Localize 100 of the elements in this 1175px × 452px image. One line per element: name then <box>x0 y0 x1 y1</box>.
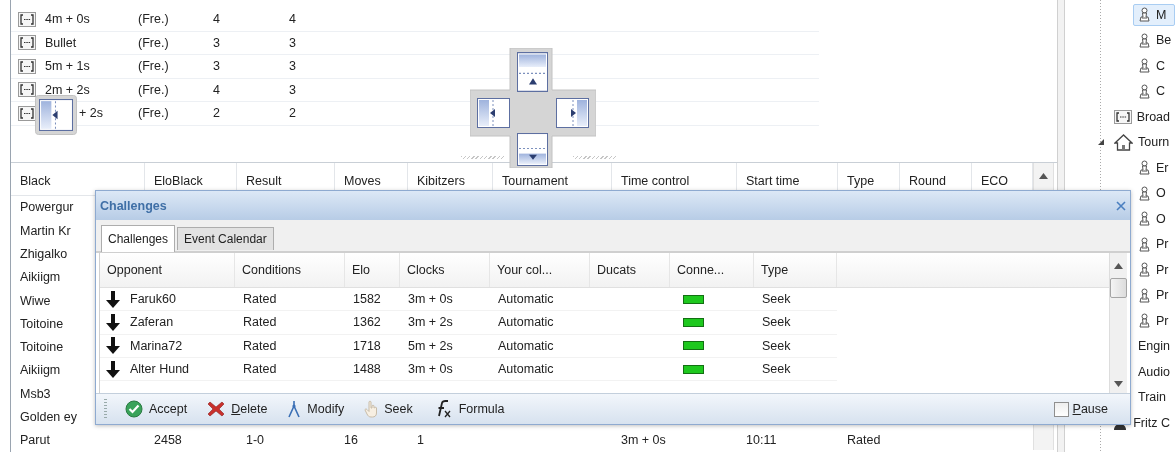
table-cell-text: 3 <box>289 35 297 50</box>
delete-button[interactable]: Delete <box>203 398 272 420</box>
column-header[interactable]: Kibitzers <box>417 173 465 188</box>
pawn-icon[interactable] <box>1138 32 1151 48</box>
table-cell: Rated <box>847 433 881 448</box>
delete-icon[interactable] <box>207 400 226 418</box>
table-cell: Golden ey <box>20 410 77 425</box>
table-cell: Marina72 <box>130 338 183 353</box>
column-header[interactable]: Clocks <box>400 253 490 287</box>
dock-button[interactable] <box>477 98 510 128</box>
pawn-icon[interactable] <box>1138 211 1151 227</box>
tree-item[interactable]: Tourn <box>1111 131 1175 154</box>
bracket-icon[interactable] <box>1113 109 1132 124</box>
table-cell: Wiwe <box>20 293 51 308</box>
column-header[interactable]: Conne... <box>670 253 754 287</box>
scroll-down-arrow-icon[interactable] <box>1114 381 1123 387</box>
table-cell-text: (Fre.) <box>138 35 170 50</box>
formula-button[interactable]: Formula <box>428 398 509 420</box>
column-header[interactable]: Type <box>847 173 875 188</box>
expand-arrow-icon[interactable] <box>1097 138 1105 147</box>
column-header[interactable]: Moves <box>344 173 381 188</box>
modify-button[interactable]: Modify <box>283 398 349 420</box>
tree-item[interactable]: M <box>1133 3 1175 26</box>
down-arrow-icon <box>106 290 120 308</box>
checkmark-icon[interactable] <box>125 400 143 418</box>
seek-button[interactable]: Seek <box>360 398 417 420</box>
pawn-icon[interactable] <box>1138 313 1151 329</box>
tree-item[interactable]: Broad <box>1110 105 1175 128</box>
tree-item[interactable]: Be <box>1133 29 1175 52</box>
column-header[interactable]: Tournament <box>502 173 568 188</box>
tree-item[interactable]: C <box>1133 54 1175 77</box>
dock-button[interactable] <box>517 133 548 166</box>
column-header[interactable]: Result <box>246 173 282 188</box>
column-header[interactable]: Round <box>909 173 946 188</box>
table-cell: 1718 <box>353 338 381 353</box>
tab[interactable]: Event Calendar <box>177 227 274 250</box>
bracket-icon <box>18 35 36 51</box>
table-cell: 10:11 <box>746 433 777 448</box>
pause-checkbox[interactable]: Pause <box>1053 401 1108 417</box>
table-cell-text: 4 <box>213 12 221 27</box>
pawn-icon[interactable] <box>1138 262 1151 278</box>
tree-item[interactable]: Pr <box>1133 309 1175 332</box>
pawn-icon[interactable] <box>1138 83 1151 99</box>
table-cell: Zaferan <box>130 315 174 330</box>
table-cell: Automatic <box>498 338 554 353</box>
table-cell: 3m + 0s <box>408 362 453 377</box>
scrollbar[interactable] <box>1109 253 1127 393</box>
table-cell: Rated <box>243 315 277 330</box>
column-header[interactable]: Start time <box>746 173 800 188</box>
accept-button[interactable]: Accept <box>121 398 192 420</box>
tree-item[interactable]: O <box>1133 207 1175 230</box>
tree-item[interactable]: O <box>1133 182 1175 205</box>
table-cell: Seek <box>762 338 791 353</box>
compass-icon[interactable] <box>287 400 302 418</box>
column-header[interactable]: Type <box>754 253 837 287</box>
dock-button[interactable] <box>556 98 589 128</box>
tree-item[interactable]: Pr <box>1133 258 1175 281</box>
column-header[interactable]: EloBlack <box>154 173 203 188</box>
column-header[interactable]: Ducats <box>590 253 670 287</box>
column-header[interactable]: Your col... <box>490 253 590 287</box>
table-cell: 1-0 <box>246 433 265 448</box>
table-cell: Rated <box>243 362 277 377</box>
table-cell: 5m + 2s <box>408 338 453 353</box>
table-cell: Zhigalko <box>20 246 68 261</box>
column-header[interactable]: ECO <box>981 173 1009 188</box>
table-cell-text: (Fre.) <box>138 12 170 27</box>
tree-item[interactable]: Pr <box>1133 284 1175 307</box>
table-cell-text: 4 <box>213 82 221 97</box>
column-header[interactable]: Time control <box>621 173 690 188</box>
bracket-icon <box>18 11 36 27</box>
scroll-up-arrow-icon[interactable] <box>1039 172 1048 179</box>
column-header[interactable]: Black <box>20 173 51 188</box>
pawn-icon[interactable] <box>1138 287 1151 303</box>
table-cell: Aikiigm <box>20 363 61 378</box>
pawn-icon[interactable] <box>1138 160 1151 176</box>
column-header[interactable]: Elo <box>345 253 400 287</box>
table-cell: 1488 <box>353 362 381 377</box>
pawn-icon[interactable] <box>1138 7 1151 23</box>
scrollbar-thumb[interactable] <box>1110 278 1127 298</box>
bracket-icon <box>18 82 36 98</box>
tree-item[interactable]: C <box>1133 80 1175 103</box>
pawn-icon[interactable] <box>1138 58 1151 74</box>
table-cell: Msb3 <box>20 386 51 401</box>
pawn-icon[interactable] <box>1138 185 1151 201</box>
table-cell: Parut <box>20 433 50 448</box>
tab[interactable]: Challenges <box>101 225 176 252</box>
house-icon[interactable] <box>1114 133 1133 151</box>
pawn-icon[interactable] <box>1138 236 1151 252</box>
dock-button[interactable] <box>517 52 548 92</box>
column-header[interactable]: Opponent <box>100 253 235 287</box>
tree-item[interactable]: Pr <box>1133 233 1175 256</box>
tree-item[interactable]: Er <box>1133 156 1175 179</box>
close-icon[interactable] <box>1116 200 1126 211</box>
table-cell: 3m + 0s <box>621 433 666 448</box>
table-cell-text: 3 <box>213 35 221 50</box>
table-cell: 1582 <box>353 292 381 307</box>
column-header[interactable]: Conditions <box>235 253 345 287</box>
scroll-up-arrow-icon[interactable] <box>1114 263 1123 269</box>
dock-button[interactable] <box>39 99 73 131</box>
table-cell-text: (Fre.) <box>138 82 170 97</box>
